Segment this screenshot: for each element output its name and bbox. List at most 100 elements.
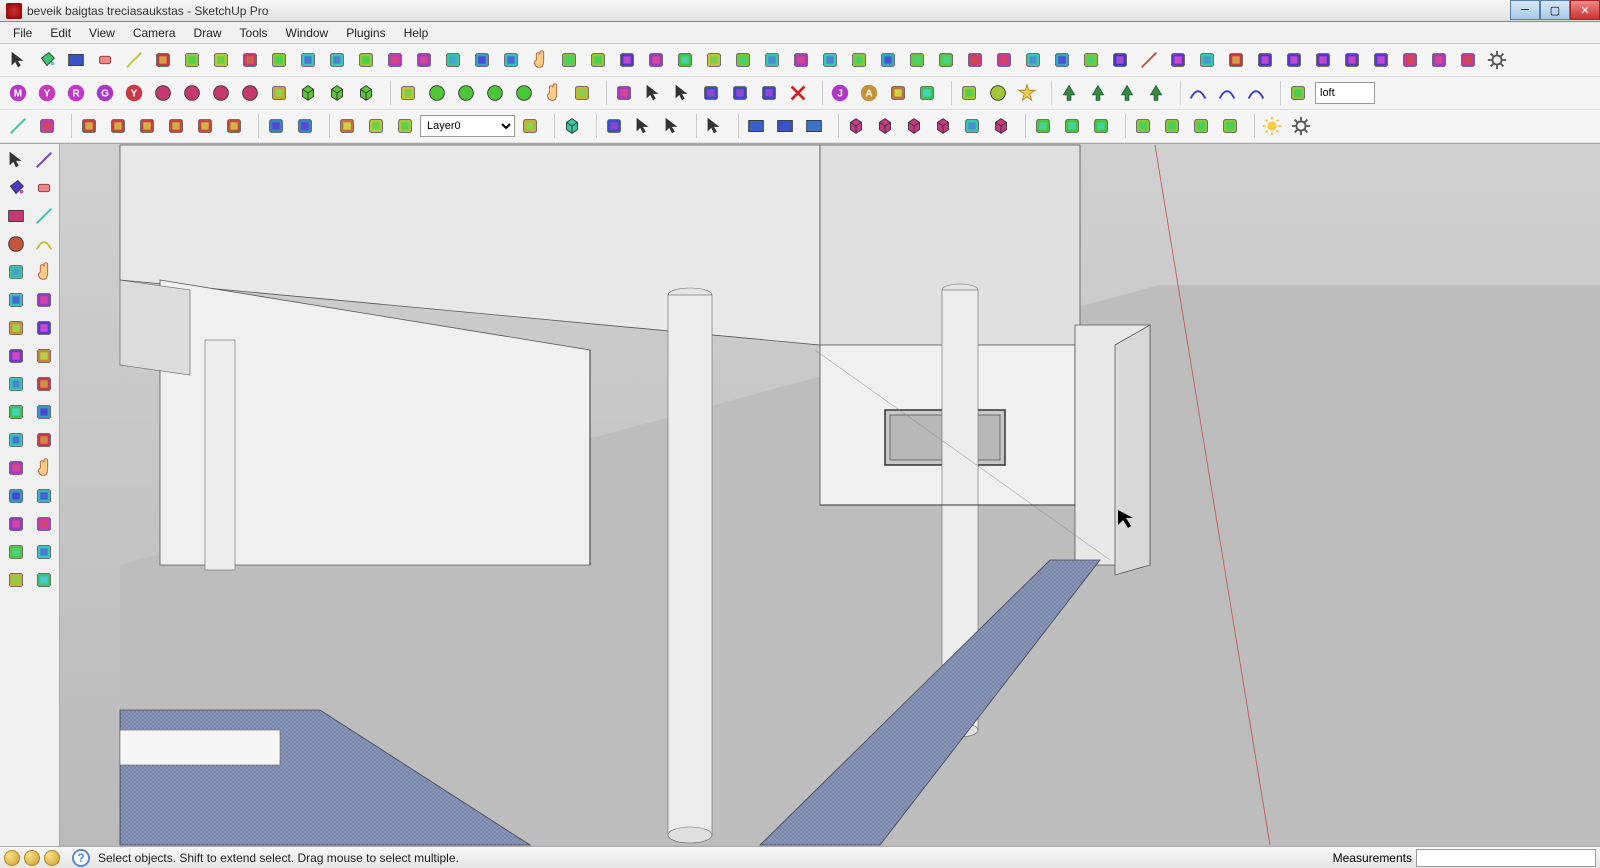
undo-button[interactable]: [178, 46, 206, 74]
top-view-button[interactable]: [932, 46, 960, 74]
rectangle-side-button[interactable]: [2, 202, 29, 229]
angle2-button[interactable]: [291, 112, 319, 140]
style5-button[interactable]: [1367, 46, 1395, 74]
select-button[interactable]: [2, 146, 29, 173]
zoom-extents-side-button[interactable]: [30, 510, 57, 537]
textured-button[interactable]: [1193, 46, 1221, 74]
cut-button[interactable]: [236, 46, 264, 74]
menu-camera[interactable]: Camera: [124, 24, 185, 42]
diag-arrow-button[interactable]: [700, 112, 728, 140]
zoom-button[interactable]: [555, 46, 583, 74]
pan-side-button[interactable]: [30, 454, 57, 481]
terrain2-button[interactable]: [1158, 112, 1186, 140]
angle1-button[interactable]: [262, 112, 290, 140]
shadow-button[interactable]: [1425, 46, 1453, 74]
walk-side-button[interactable]: [30, 538, 57, 565]
dimension-side-button[interactable]: [30, 370, 57, 397]
circle-side-button[interactable]: [2, 230, 29, 257]
tape-side-button[interactable]: [2, 370, 29, 397]
balloon-edit-button[interactable]: [913, 79, 941, 107]
y-badge-button[interactable]: Y: [33, 79, 61, 107]
rect-d-button[interactable]: [800, 112, 828, 140]
rect-r-button[interactable]: [771, 112, 799, 140]
dim-tool-button[interactable]: [1284, 79, 1312, 107]
right-view-button[interactable]: [990, 46, 1018, 74]
menu-tools[interactable]: Tools: [231, 24, 277, 42]
au-badge-button[interactable]: A: [855, 79, 883, 107]
rect-l-button[interactable]: [742, 112, 770, 140]
menu-edit[interactable]: Edit: [41, 24, 80, 42]
door-button[interactable]: [955, 79, 983, 107]
layer-dropdown[interactable]: Layer0: [420, 115, 515, 137]
glass-cube1-button[interactable]: [842, 112, 870, 140]
sphere1-button[interactable]: [149, 79, 177, 107]
status-geo-2[interactable]: [24, 850, 40, 866]
rectangle-button[interactable]: [62, 46, 90, 74]
dim5-button[interactable]: [191, 112, 219, 140]
oval-button[interactable]: [984, 79, 1012, 107]
dim1-button[interactable]: [75, 112, 103, 140]
protractor-side-button[interactable]: [2, 398, 29, 425]
menu-file[interactable]: File: [4, 24, 41, 42]
offset-side-button[interactable]: [30, 342, 57, 369]
in-arrow-button[interactable]: [639, 79, 667, 107]
sphere4-button[interactable]: [236, 79, 264, 107]
front-view-button[interactable]: [961, 46, 989, 74]
measurements-input[interactable]: [1416, 849, 1596, 867]
flip-y-button[interactable]: [726, 79, 754, 107]
terrain1-button[interactable]: [1129, 112, 1157, 140]
orbit-button[interactable]: [497, 46, 525, 74]
section-side-button[interactable]: [30, 566, 57, 593]
menu-view[interactable]: View: [80, 24, 124, 42]
axes-side-button[interactable]: [2, 426, 29, 453]
close-button[interactable]: ✕: [1570, 0, 1600, 20]
help-icon[interactable]: ?: [72, 849, 90, 867]
flip-z-button[interactable]: [755, 79, 783, 107]
paste-button[interactable]: [294, 46, 322, 74]
entity-button[interactable]: [33, 112, 61, 140]
look-around-button[interactable]: [2, 566, 29, 593]
line-side-button[interactable]: [30, 202, 57, 229]
arrows-out-button[interactable]: [658, 112, 686, 140]
star-button[interactable]: [1013, 79, 1041, 107]
share-button[interactable]: [758, 46, 786, 74]
slab-button[interactable]: [394, 79, 422, 107]
followme-side-button[interactable]: [30, 314, 57, 341]
tree4-button[interactable]: [1142, 79, 1170, 107]
menu-draw[interactable]: Draw: [185, 24, 231, 42]
xray-button[interactable]: [1077, 46, 1105, 74]
pushpull-button[interactable]: [323, 46, 351, 74]
cube1-button[interactable]: [294, 79, 322, 107]
next-button[interactable]: [845, 46, 873, 74]
pattern-button[interactable]: [265, 79, 293, 107]
cube3-button[interactable]: [352, 79, 380, 107]
glass-cube4-button[interactable]: [929, 112, 957, 140]
sphere2-button[interactable]: [178, 79, 206, 107]
monochrome-button[interactable]: [1222, 46, 1250, 74]
glass-cube2-button[interactable]: [871, 112, 899, 140]
balloon-button[interactable]: [884, 79, 912, 107]
pushpull-side-button[interactable]: [30, 286, 57, 313]
style4-button[interactable]: [1338, 46, 1366, 74]
iso-view-button[interactable]: [903, 46, 931, 74]
model-info-button[interactable]: [642, 46, 670, 74]
pan-button[interactable]: [526, 46, 554, 74]
section-plane-button[interactable]: [613, 46, 641, 74]
curve2-button[interactable]: [1213, 79, 1241, 107]
move-side-button[interactable]: [2, 286, 29, 313]
curve3-button[interactable]: [1242, 79, 1270, 107]
zoom-side-button[interactable]: [2, 482, 29, 509]
dim6-button[interactable]: [220, 112, 248, 140]
tree3-button[interactable]: [1113, 79, 1141, 107]
zoom-extents-button[interactable]: [468, 46, 496, 74]
dome4-button[interactable]: [510, 79, 538, 107]
rotate-button[interactable]: [381, 46, 409, 74]
outliner-button[interactable]: [4, 112, 32, 140]
page-button[interactable]: [568, 79, 596, 107]
red-x-button[interactable]: [784, 79, 812, 107]
status-geo-3[interactable]: [44, 850, 60, 866]
axes-button[interactable]: [391, 112, 419, 140]
y2-badge-button[interactable]: Y: [120, 79, 148, 107]
protractor-button[interactable]: [333, 112, 361, 140]
copy-button[interactable]: [265, 46, 293, 74]
